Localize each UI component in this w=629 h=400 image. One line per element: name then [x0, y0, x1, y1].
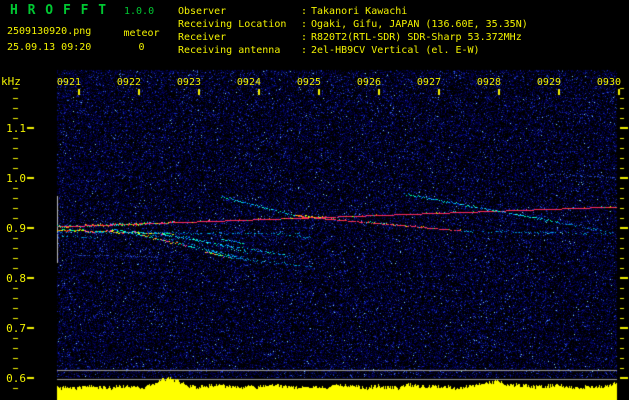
receiving-antenna-value: 2el-HB9CV Vertical (el. E-W)	[311, 45, 480, 56]
freq-tick-label: 1.1	[6, 122, 26, 135]
app-title: H R O F F T	[10, 3, 108, 18]
time-tick-label: 0927	[416, 77, 441, 88]
time-tick-label: 0929	[536, 77, 561, 88]
receiving-antenna-label: Receiving antenna	[178, 45, 281, 56]
time-tick-label: 0930	[596, 77, 621, 88]
freq-tick-label: 0.7	[6, 322, 26, 335]
time-tick-label: 0922	[116, 77, 141, 88]
separator: :	[301, 6, 308, 17]
receiving-location-row: Receiving Location: Ogaki, Gifu, JAPAN (1…	[178, 18, 528, 31]
separator: :	[301, 32, 308, 43]
freq-tick-label: 0.6	[6, 372, 26, 385]
receiving-location-label: Receiving Location	[178, 19, 287, 30]
freq-tick-label: 1.0	[6, 172, 26, 185]
time-tick-label: 0926	[356, 77, 381, 88]
time-tick-label: 0928	[476, 77, 501, 88]
receiver-row: Receiver: R820T2(RTL-SDR) SDR-Sharp 53.37…	[178, 31, 528, 44]
receiving-location-value: Ogaki, Gifu, JAPAN (136.60E, 35.35N)	[311, 19, 528, 30]
receiver-label: Receiver	[178, 32, 227, 43]
observer-value: Takanori Kawachi	[311, 6, 408, 17]
time-tick-label: 0925	[296, 77, 321, 88]
time-tick-label: 0921	[56, 77, 81, 88]
time-tick-label: 0923	[176, 77, 201, 88]
time-tick-label: 0924	[236, 77, 261, 88]
freq-tick-label: 0.8	[6, 272, 26, 285]
observer-row: Observer: Takanori Kawachi	[178, 5, 528, 18]
receiving-antenna-row: Receiving antenna:2el-HB9CV Vertical (el…	[178, 44, 528, 57]
station-info: Observer: Takanori Kawachi Receiving Loca…	[178, 5, 528, 57]
separator: :	[301, 45, 308, 56]
output-filename: 2509130920.png	[7, 26, 92, 37]
meteor-count: 0	[138, 42, 145, 53]
hrofft-window: H R O F F T 1.0.0 2509130920.png meteor …	[0, 0, 629, 400]
app-version: 1.0.0	[124, 6, 155, 17]
observer-label: Observer	[178, 6, 227, 17]
khz-axis-label: kHz	[1, 75, 21, 88]
mode-label: meteor	[123, 28, 160, 39]
spectrogram-canvas	[0, 0, 629, 400]
timestamp: 25.09.13 09:20	[7, 42, 92, 53]
receiver-value: R820T2(RTL-SDR) SDR-Sharp 53.372MHz	[311, 32, 522, 43]
freq-tick-label: 0.9	[6, 222, 26, 235]
separator: :	[301, 19, 308, 30]
